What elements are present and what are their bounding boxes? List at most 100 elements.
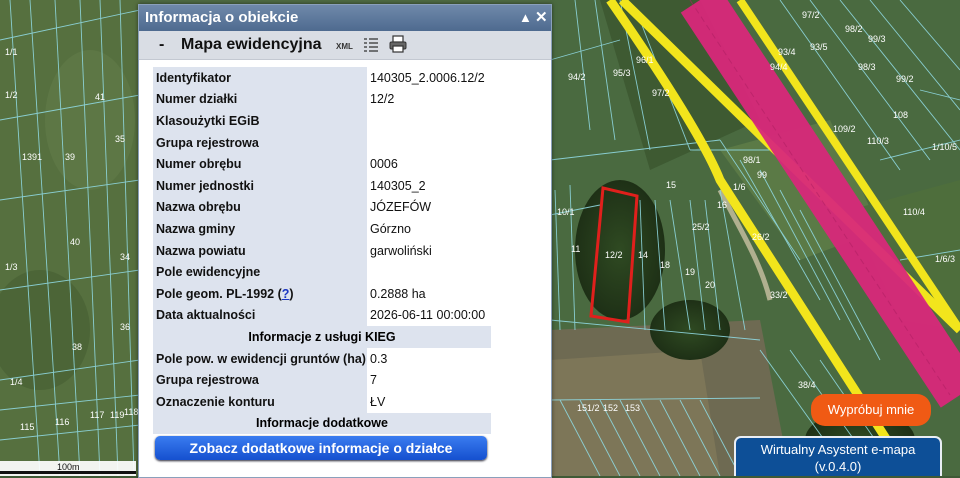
more-info-button[interactable]: Zobacz dodatkowe informacje o działce [155,436,487,460]
list-icon[interactable] [364,37,378,53]
attribute-label: Data aktualności [153,304,367,327]
svg-text:16: 16 [717,200,727,210]
try-me-button[interactable]: Wypróbuj mnie [811,394,931,426]
attribute-label: Identyfikator [153,67,367,89]
attribute-value: 0.2888 ha [367,282,491,305]
svg-text:11: 11 [571,244,580,254]
attribute-value: 12/2 [367,88,491,111]
svg-text:98/3: 98/3 [858,62,876,72]
svg-text:99/2: 99/2 [896,74,914,84]
svg-text:20: 20 [705,280,715,290]
svg-text:153: 153 [625,403,640,413]
svg-text:34: 34 [120,252,130,262]
svg-text:39: 39 [65,152,75,162]
svg-text:15: 15 [666,180,676,190]
attribute-value: JÓZEFÓW [367,196,491,219]
attribute-value: garwoliński [367,239,491,262]
svg-text:1391: 1391 [22,152,42,162]
attribute-label: Nazwa powiatu [153,239,367,262]
attribute-value [367,131,491,154]
svg-text:119: 119 [110,410,124,420]
table-row: Oznaczenie konturu ŁV [153,390,491,413]
virtual-assistant-tab[interactable]: Wirtualny Asystent e-mapa (v.0.4.0) [734,436,942,476]
svg-text:26/2: 26/2 [752,232,770,242]
svg-text:1/1: 1/1 [5,47,18,57]
object-info-window: Informacja o obiekcie ▲ ✕ - Mapa ewidenc… [138,4,552,478]
attribute-label: Pole pow. w ewidencji gruntów (ha) [153,347,367,370]
attribute-value: 140305_2.0006.12/2 [367,67,491,89]
svg-text:40: 40 [70,237,80,247]
table-row: Pole ewidencyjne [153,261,491,283]
section-header-text: Informacje dodatkowe [153,412,491,435]
attribute-value: 7 [367,369,491,391]
scale-bar: 100m [0,461,136,476]
attribute-value: 0006 [367,153,491,175]
svg-text:115: 115 [20,422,34,432]
section-header-text: Informacje z usługi KIEG [153,326,491,348]
svg-text:10/1: 10/1 [557,207,575,217]
svg-text:1/3: 1/3 [5,262,18,272]
svg-text:108: 108 [893,110,908,120]
attribute-label: Nazwa gminy [153,218,367,240]
table-row: Pole pow. w ewidencji gruntów (ha) 0.3 [153,347,491,370]
table-row: Numer obrębu 0006 [153,153,491,175]
section-title: Mapa ewidencyjna [181,36,322,53]
assistant-title: Wirtualny Asystent e-mapa [760,442,916,457]
svg-text:38/4: 38/4 [798,380,816,390]
svg-text:93/5: 93/5 [810,42,828,52]
scale-line [0,471,136,474]
table-row: Nazwa gminy Górzno [153,218,491,240]
svg-text:94/4: 94/4 [770,62,788,72]
attribute-value [367,261,491,283]
svg-text:33/2: 33/2 [770,290,788,300]
attribute-label: Oznaczenie konturu [153,390,367,413]
parcel-attributes-table: Identyfikator 140305_2.0006.12/2 Numer dzi… [153,67,491,435]
svg-text:1/2: 1/2 [5,90,18,100]
triangle-up-icon[interactable]: ▲ [519,5,532,31]
svg-text:117: 117 [90,410,104,420]
section-header[interactable]: - Mapa ewidencyjna XML [139,31,551,60]
close-icon[interactable]: ✕ [535,5,548,31]
attribute-label: Numer jednostki [153,174,367,197]
svg-text:94/2: 94/2 [568,72,586,82]
help-link[interactable]: ? [282,287,290,301]
svg-text:12/2: 12/2 [605,250,623,260]
table-row: Grupa rejestrowa 7 [153,369,491,391]
svg-text:36: 36 [120,322,130,332]
attribute-label: Pole ewidencyjne [153,261,367,283]
table-row: Grupa rejestrowa [153,131,491,154]
attribute-label: Grupa rejestrowa [153,131,367,154]
attribute-label: Pole geom. PL-1992 (?) [153,282,367,305]
svg-text:96/1: 96/1 [636,55,654,65]
svg-text:35: 35 [115,134,125,144]
svg-text:95/3: 95/3 [613,68,631,78]
svg-text:109/2: 109/2 [833,124,856,134]
info-window-titlebar[interactable]: Informacja o obiekcie ▲ ✕ [139,5,551,31]
collapse-toggle[interactable]: - [159,31,164,59]
svg-text:98/1: 98/1 [743,155,761,165]
table-row: Data aktualności 2026-06-11 00:00:00 [153,304,491,327]
svg-text:25/2: 25/2 [692,222,710,232]
svg-text:1/10/5: 1/10/5 [932,142,957,152]
printer-icon[interactable] [389,35,407,53]
attribute-label: Numer obrębu [153,153,367,175]
svg-text:14: 14 [638,250,648,260]
svg-text:97/2: 97/2 [652,88,670,98]
svg-text:99/3: 99/3 [868,34,886,44]
svg-text:151/2: 151/2 [577,403,600,413]
attribute-label: Nazwa obrębu [153,196,367,219]
table-section-header: Informacje z usługi KIEG [153,326,491,348]
xml-export-icon[interactable]: XML [336,33,353,61]
svg-text:152: 152 [603,403,618,413]
svg-text:41: 41 [95,92,105,102]
table-row: Numer jednostki 140305_2 [153,174,491,197]
svg-text:110/4: 110/4 [903,207,925,217]
svg-text:99: 99 [757,170,767,180]
table-row: Numer działki 12/2 [153,88,491,111]
svg-text:19: 19 [685,267,695,277]
attribute-label: Klasoużytki EGiB [153,110,367,132]
svg-text:116: 116 [55,417,69,427]
table-row: Nazwa obrębu JÓZEFÓW [153,196,491,219]
assistant-version: (v.0.4.0) [814,459,862,474]
svg-text:93/4: 93/4 [778,47,796,57]
